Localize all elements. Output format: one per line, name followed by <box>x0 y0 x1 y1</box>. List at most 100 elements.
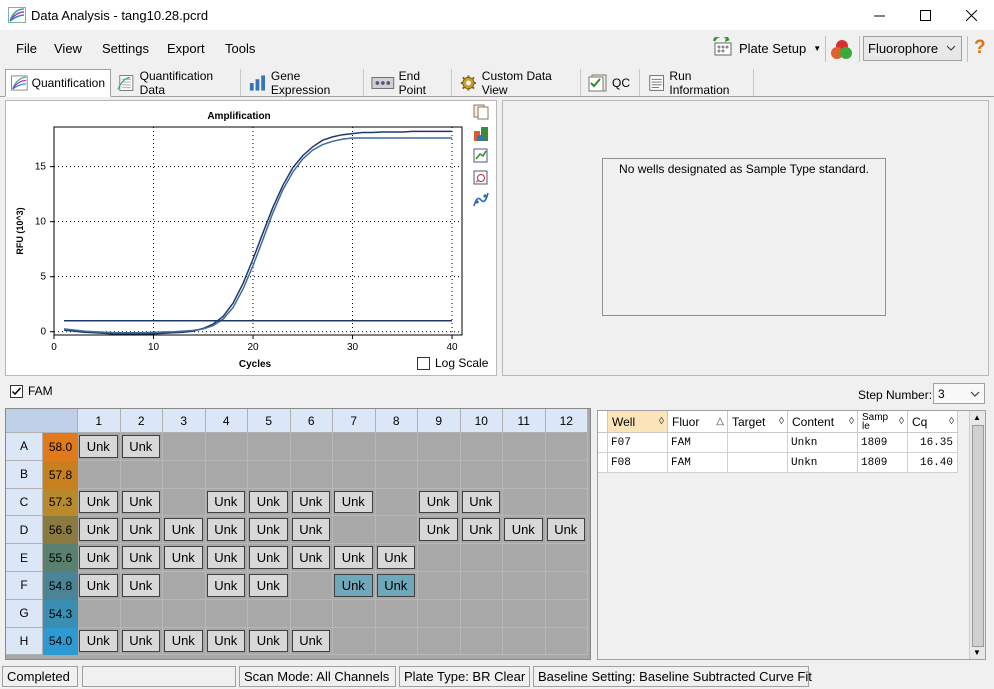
plate-row-header[interactable]: G <box>6 599 43 628</box>
trace-styles-icon[interactable] <box>473 191 489 208</box>
column-header[interactable]: Samp le ◊ <box>858 411 908 433</box>
plate-well[interactable] <box>460 544 503 572</box>
amplification-curve-1[interactable] <box>63 130 452 335</box>
plate-well[interactable]: Unk <box>248 627 291 656</box>
plate-well[interactable]: Unk <box>205 488 248 517</box>
plate-column-header[interactable]: 3 <box>163 409 206 433</box>
plate-well[interactable] <box>545 433 588 461</box>
vertical-scrollbar[interactable]: ▲ ▼ <box>969 411 985 659</box>
plate-well[interactable] <box>460 599 503 628</box>
plate-well[interactable] <box>545 599 588 628</box>
column-header[interactable]: Content ◊ <box>788 411 858 433</box>
plate-column-header[interactable]: 2 <box>120 409 163 433</box>
plate-well[interactable] <box>290 460 333 489</box>
plate-well[interactable]: Unk <box>120 433 163 461</box>
plate-row-header[interactable]: E <box>6 544 43 572</box>
plate-well[interactable]: Unk <box>290 544 333 572</box>
plate-well[interactable] <box>248 433 291 461</box>
well-group-icon[interactable] <box>830 38 854 60</box>
plate-well[interactable]: Unk <box>248 572 291 600</box>
plate-well[interactable] <box>78 460 121 489</box>
plate-well[interactable] <box>205 433 248 461</box>
plate-well[interactable]: Unk <box>418 488 461 517</box>
log-scale-toggle[interactable]: Log Scale <box>417 356 488 370</box>
copy-icon[interactable] <box>473 103 489 120</box>
amplification-chart[interactable]: Amplification Cycles RFU (10^3) 0 10 20 30 4… <box>6 101 496 375</box>
fluorophore-select[interactable]: Fluorophore <box>863 36 962 61</box>
plate-select-all[interactable] <box>6 409 78 433</box>
plate-column-header[interactable]: 8 <box>375 409 418 433</box>
plate-well[interactable] <box>248 599 291 628</box>
plate-column-header[interactable]: 1 <box>78 409 121 433</box>
plate-well[interactable]: Unk <box>120 572 163 600</box>
column-header[interactable]: Cq ◊ <box>908 411 958 433</box>
tab-run-information[interactable]: Run Information <box>642 69 754 97</box>
plate-well[interactable]: Unk <box>78 572 121 600</box>
plate-row-header[interactable]: D <box>6 516 43 545</box>
zoom-graph-icon[interactable] <box>473 169 489 186</box>
plate-well[interactable] <box>545 460 588 489</box>
plate-well[interactable]: Unk <box>545 516 588 545</box>
plate-well[interactable] <box>418 599 461 628</box>
plate-well[interactable] <box>375 599 418 628</box>
plate-well[interactable]: Unk <box>333 544 376 572</box>
plate-well[interactable]: Unk <box>120 516 163 545</box>
plate-view-icon[interactable] <box>473 125 489 142</box>
plate-column-header[interactable]: 5 <box>248 409 291 433</box>
plate-well[interactable] <box>418 433 461 461</box>
plate-well[interactable] <box>418 460 461 489</box>
maximize-button[interactable] <box>902 0 948 30</box>
plate-well[interactable] <box>460 627 503 656</box>
column-header[interactable]: Well ◊ <box>608 411 668 433</box>
plate-well[interactable]: Unk <box>290 627 333 656</box>
plate-well[interactable] <box>333 460 376 489</box>
plate-well[interactable]: Unk <box>248 516 291 545</box>
plate-well[interactable]: Unk <box>163 544 206 572</box>
plate-well[interactable] <box>375 460 418 489</box>
plate-column-header[interactable]: 10 <box>460 409 503 433</box>
plate-well[interactable]: Unk <box>163 516 206 545</box>
plate-well[interactable]: Unk <box>205 627 248 656</box>
tab-gene-expression[interactable]: Gene Expression <box>243 69 364 97</box>
plate-setup-button[interactable]: Plate Setup ▼ <box>712 36 821 60</box>
plate-well[interactable]: Unk <box>248 488 291 517</box>
plate-well[interactable] <box>290 599 333 628</box>
plate-well[interactable] <box>545 488 588 517</box>
plate-well[interactable] <box>290 433 333 461</box>
plate-column-header[interactable]: 4 <box>205 409 248 433</box>
plate-well[interactable]: Unk <box>78 516 121 545</box>
plate-well[interactable] <box>333 627 376 656</box>
plate-row-header[interactable]: H <box>6 627 43 656</box>
plate-well[interactable] <box>333 516 376 545</box>
row-selector[interactable] <box>598 453 608 473</box>
plate-column-header[interactable]: 11 <box>503 409 546 433</box>
plate-well[interactable]: Unk <box>205 544 248 572</box>
plate-well[interactable] <box>375 627 418 656</box>
tab-qc[interactable]: QC <box>583 69 640 96</box>
plate-well[interactable] <box>418 572 461 600</box>
close-button[interactable] <box>948 0 994 30</box>
plate-well[interactable] <box>248 460 291 489</box>
scrollbar-thumb[interactable] <box>972 425 984 647</box>
tab-quantification-data[interactable]: Quantification Data <box>112 69 241 97</box>
plate-row-header[interactable]: A <box>6 433 43 461</box>
plate-well[interactable] <box>163 599 206 628</box>
plate-well[interactable] <box>545 627 588 656</box>
plate-well[interactable]: Unk <box>375 544 418 572</box>
plate-well[interactable] <box>163 433 206 461</box>
column-header[interactable]: Target ◊ <box>728 411 788 433</box>
plate-well[interactable] <box>333 433 376 461</box>
tab-quantification[interactable]: Quantification <box>5 69 111 97</box>
plate-well[interactable] <box>163 572 206 600</box>
plate-well[interactable] <box>205 460 248 489</box>
plate-well[interactable] <box>78 599 121 628</box>
plate-well[interactable]: Unk <box>333 572 376 600</box>
plate-well[interactable] <box>503 599 546 628</box>
plate-well[interactable]: Unk <box>205 516 248 545</box>
step-number-select[interactable]: 3 <box>933 383 985 404</box>
plate-well[interactable] <box>545 544 588 572</box>
export-graph-icon[interactable] <box>473 147 489 164</box>
menu-export[interactable]: Export <box>167 41 205 56</box>
row-selector[interactable] <box>598 433 608 453</box>
plate-well[interactable] <box>545 572 588 600</box>
